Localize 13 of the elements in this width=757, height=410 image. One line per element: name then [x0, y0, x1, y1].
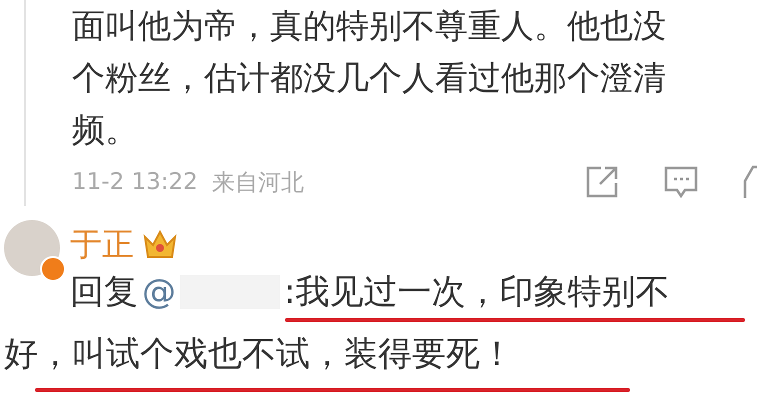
reply-text: 好，叫试个戏也不试，装得要死！ [4, 333, 514, 376]
reply-text: :我见过一次，印象特别不 [284, 271, 670, 314]
comment-text: 频。 [72, 109, 139, 151]
crown-icon [142, 229, 178, 261]
share-icon[interactable] [585, 165, 619, 199]
comment-text: 面叫他为帝，真的特别不尊重人。他也没 [72, 5, 667, 47]
reply-label: 回复 [70, 271, 138, 314]
comment-icon[interactable] [663, 165, 699, 199]
comment-time: 11-2 13:22 [72, 169, 198, 195]
author-name[interactable]: 于正 [70, 223, 134, 267]
comment-location: 来自河北 [212, 168, 304, 198]
comment-text: 个粉丝，估计都没几个人看过他那个澄清 [72, 57, 667, 99]
mention-link[interactable]: @ [142, 270, 176, 314]
